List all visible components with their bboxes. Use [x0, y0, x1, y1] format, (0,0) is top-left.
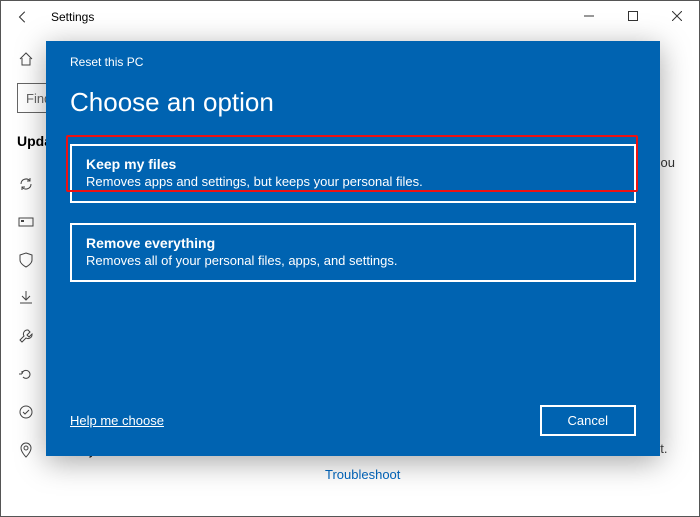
troubleshoot-icon: [17, 328, 35, 344]
option-desc: Removes apps and settings, but keeps you…: [86, 174, 620, 189]
maximize-button[interactable]: [611, 1, 655, 31]
reset-pc-dialog: Reset this PC Choose an option Keep my f…: [46, 41, 660, 456]
option-keep-my-files[interactable]: Keep my files Removes apps and settings,…: [70, 144, 636, 203]
dialog-title: Choose an option: [70, 87, 636, 118]
activation-icon: [17, 404, 35, 420]
window-title: Settings: [51, 10, 94, 24]
troubleshoot-link[interactable]: Troubleshoot: [325, 465, 400, 485]
option-title: Keep my files: [86, 156, 620, 172]
close-button[interactable]: [655, 1, 699, 31]
cancel-button[interactable]: Cancel: [540, 405, 636, 436]
shield-icon: [17, 252, 35, 268]
delivery-icon: [17, 215, 35, 229]
option-title: Remove everything: [86, 235, 620, 251]
back-button[interactable]: [9, 3, 37, 31]
dialog-small-title: Reset this PC: [70, 55, 636, 69]
titlebar: Settings: [1, 1, 699, 33]
sync-icon: [17, 176, 35, 192]
help-me-choose-link[interactable]: Help me choose: [70, 413, 164, 428]
option-desc: Removes all of your personal files, apps…: [86, 253, 620, 268]
find-device-icon: [17, 442, 35, 458]
minimize-button[interactable]: [567, 1, 611, 31]
option-remove-everything[interactable]: Remove everything Removes all of your pe…: [70, 223, 636, 282]
backup-icon: [17, 290, 35, 306]
recovery-icon: [17, 366, 35, 382]
home-icon: [17, 51, 35, 67]
